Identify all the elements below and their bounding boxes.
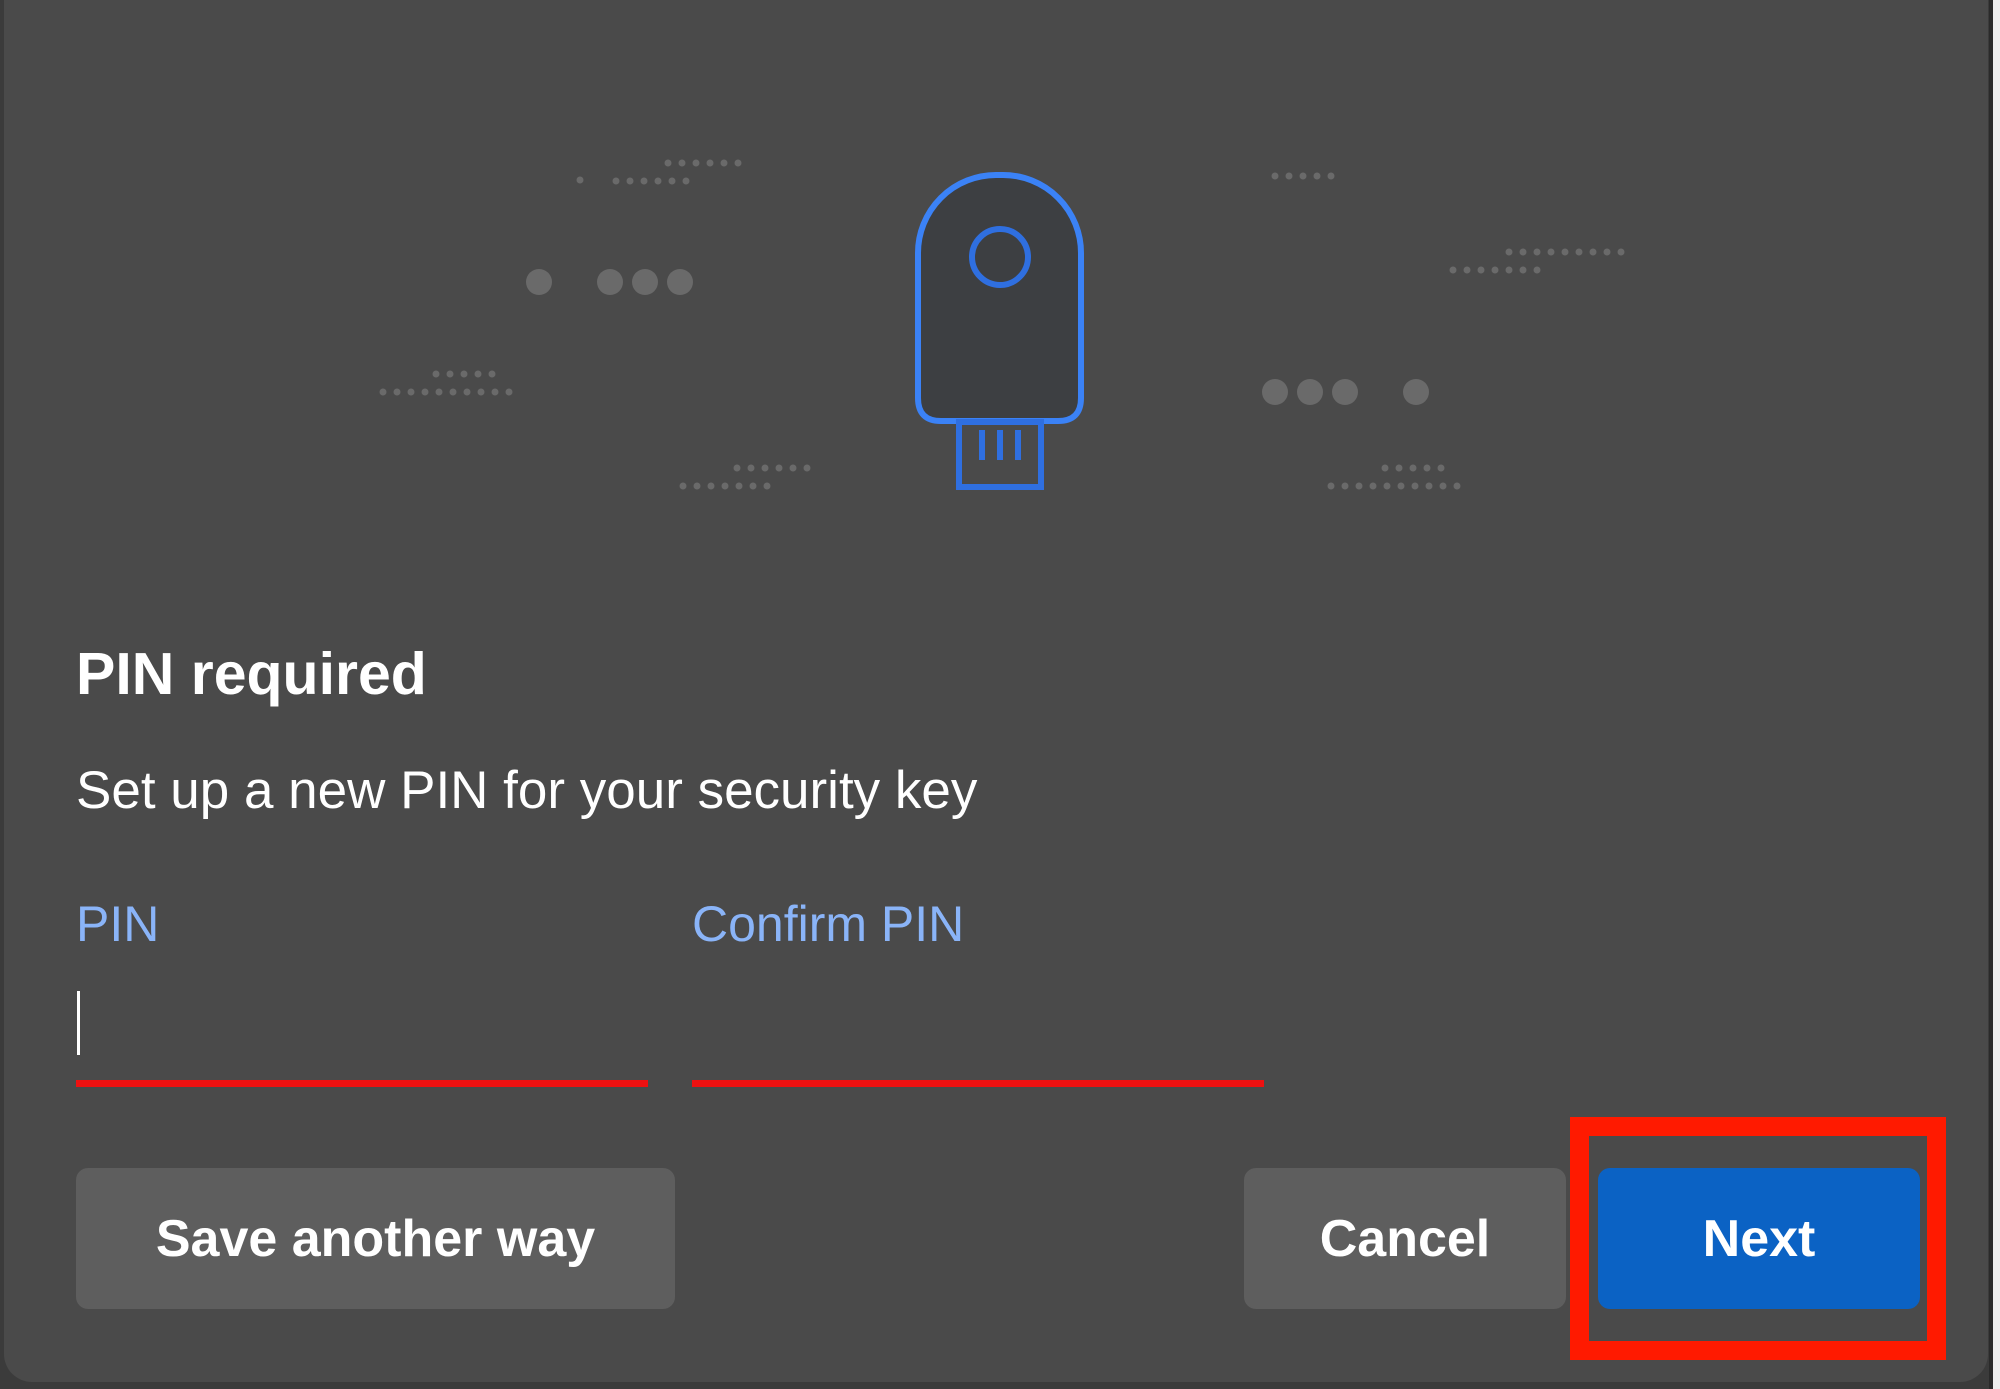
pin-input[interactable] — [76, 985, 648, 1055]
pin-label: PIN — [76, 896, 160, 952]
dialog-title: PIN required — [76, 641, 427, 707]
confirm-pin-input-underline — [692, 1080, 1264, 1087]
security-key-illustration — [4, 0, 1988, 560]
confirm-pin-input[interactable] — [692, 985, 1264, 1055]
text-caret — [77, 991, 80, 1055]
window-edge-line — [1989, 0, 1993, 1389]
next-button[interactable]: Next — [1598, 1168, 1920, 1309]
pin-field: PIN — [76, 895, 648, 1090]
pin-input-underline — [76, 1080, 648, 1087]
confirm-pin-field: Confirm PIN — [692, 895, 1264, 1090]
save-another-way-button[interactable]: Save another way — [76, 1168, 675, 1309]
dialog-subtitle: Set up a new PIN for your security key — [76, 761, 978, 820]
confirm-pin-label: Confirm PIN — [692, 896, 965, 952]
background-window-edge — [1989, 0, 2000, 1389]
security-key-icon — [915, 172, 1084, 490]
security-key-pin-dialog: PIN required Set up a new PIN for your s… — [4, 0, 1988, 1382]
cancel-button[interactable]: Cancel — [1244, 1168, 1566, 1309]
